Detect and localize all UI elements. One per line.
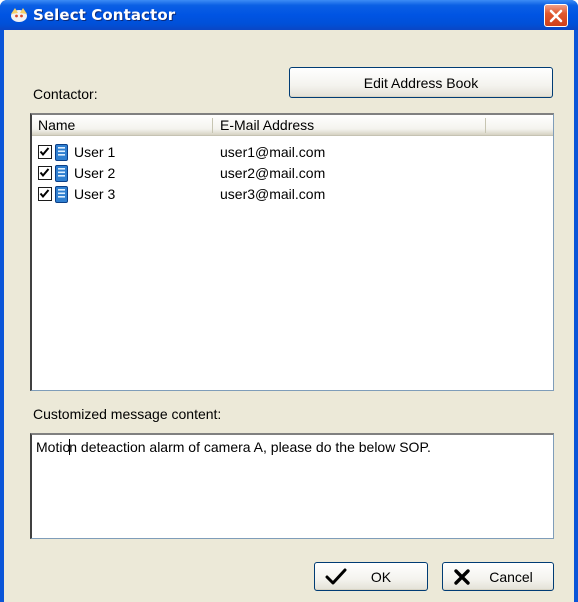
title-bar[interactable]: Select Contactor bbox=[0, 0, 578, 30]
contact-email: user1@mail.com bbox=[220, 144, 326, 160]
contact-icon bbox=[55, 186, 68, 203]
checkmark-icon bbox=[39, 189, 50, 199]
dialog-window: Select Contactor Contactor: Edit Address… bbox=[0, 0, 578, 602]
contact-icon bbox=[55, 144, 68, 161]
checkbox[interactable] bbox=[38, 166, 52, 180]
list-header: Name E-Mail Address bbox=[32, 115, 553, 136]
column-divider[interactable] bbox=[485, 118, 486, 133]
message-textarea[interactable]: Motion deteaction alarm of camera A, ple… bbox=[30, 433, 554, 539]
checkbox[interactable] bbox=[38, 187, 52, 201]
contact-email: user3@mail.com bbox=[220, 186, 326, 202]
checkmark-icon bbox=[39, 168, 50, 178]
list-item[interactable]: User 3 user3@mail.com bbox=[32, 184, 553, 205]
message-label: Customized message content: bbox=[33, 406, 222, 422]
contact-icon bbox=[55, 165, 68, 182]
cancel-label: Cancel bbox=[489, 568, 533, 585]
message-text-after-caret: n deteaction alarm of camera A, please d… bbox=[69, 439, 431, 455]
edit-address-book-label: Edit Address Book bbox=[363, 74, 479, 91]
checkbox[interactable] bbox=[38, 145, 52, 159]
contact-name: User 2 bbox=[74, 165, 116, 181]
cancel-button[interactable]: Cancel bbox=[442, 562, 554, 591]
list-item[interactable]: User 1 user1@mail.com bbox=[32, 142, 553, 163]
window-title: Select Contactor bbox=[33, 6, 176, 24]
checkmark-icon bbox=[325, 568, 347, 585]
contact-name: User 3 bbox=[74, 186, 116, 202]
app-icon bbox=[11, 8, 27, 22]
close-icon bbox=[549, 9, 563, 22]
contact-list[interactable]: Name E-Mail Address User 1 user1@mail.co… bbox=[30, 113, 554, 391]
column-divider[interactable] bbox=[212, 118, 213, 133]
column-header-email[interactable]: E-Mail Address bbox=[216, 115, 314, 136]
list-item[interactable]: User 2 user2@mail.com bbox=[32, 163, 553, 184]
x-icon bbox=[454, 569, 470, 585]
checkmark-icon bbox=[39, 147, 50, 157]
ok-label: OK bbox=[370, 568, 392, 585]
contactor-label: Contactor: bbox=[33, 86, 98, 102]
message-text-before-caret: Motio bbox=[36, 439, 71, 455]
ok-button[interactable]: OK bbox=[314, 562, 428, 591]
close-button[interactable] bbox=[544, 4, 568, 27]
contact-email: user2@mail.com bbox=[220, 165, 326, 181]
column-header-name[interactable]: Name bbox=[34, 115, 75, 136]
edit-address-book-button[interactable]: Edit Address Book bbox=[289, 67, 553, 98]
contact-name: User 1 bbox=[74, 144, 116, 160]
